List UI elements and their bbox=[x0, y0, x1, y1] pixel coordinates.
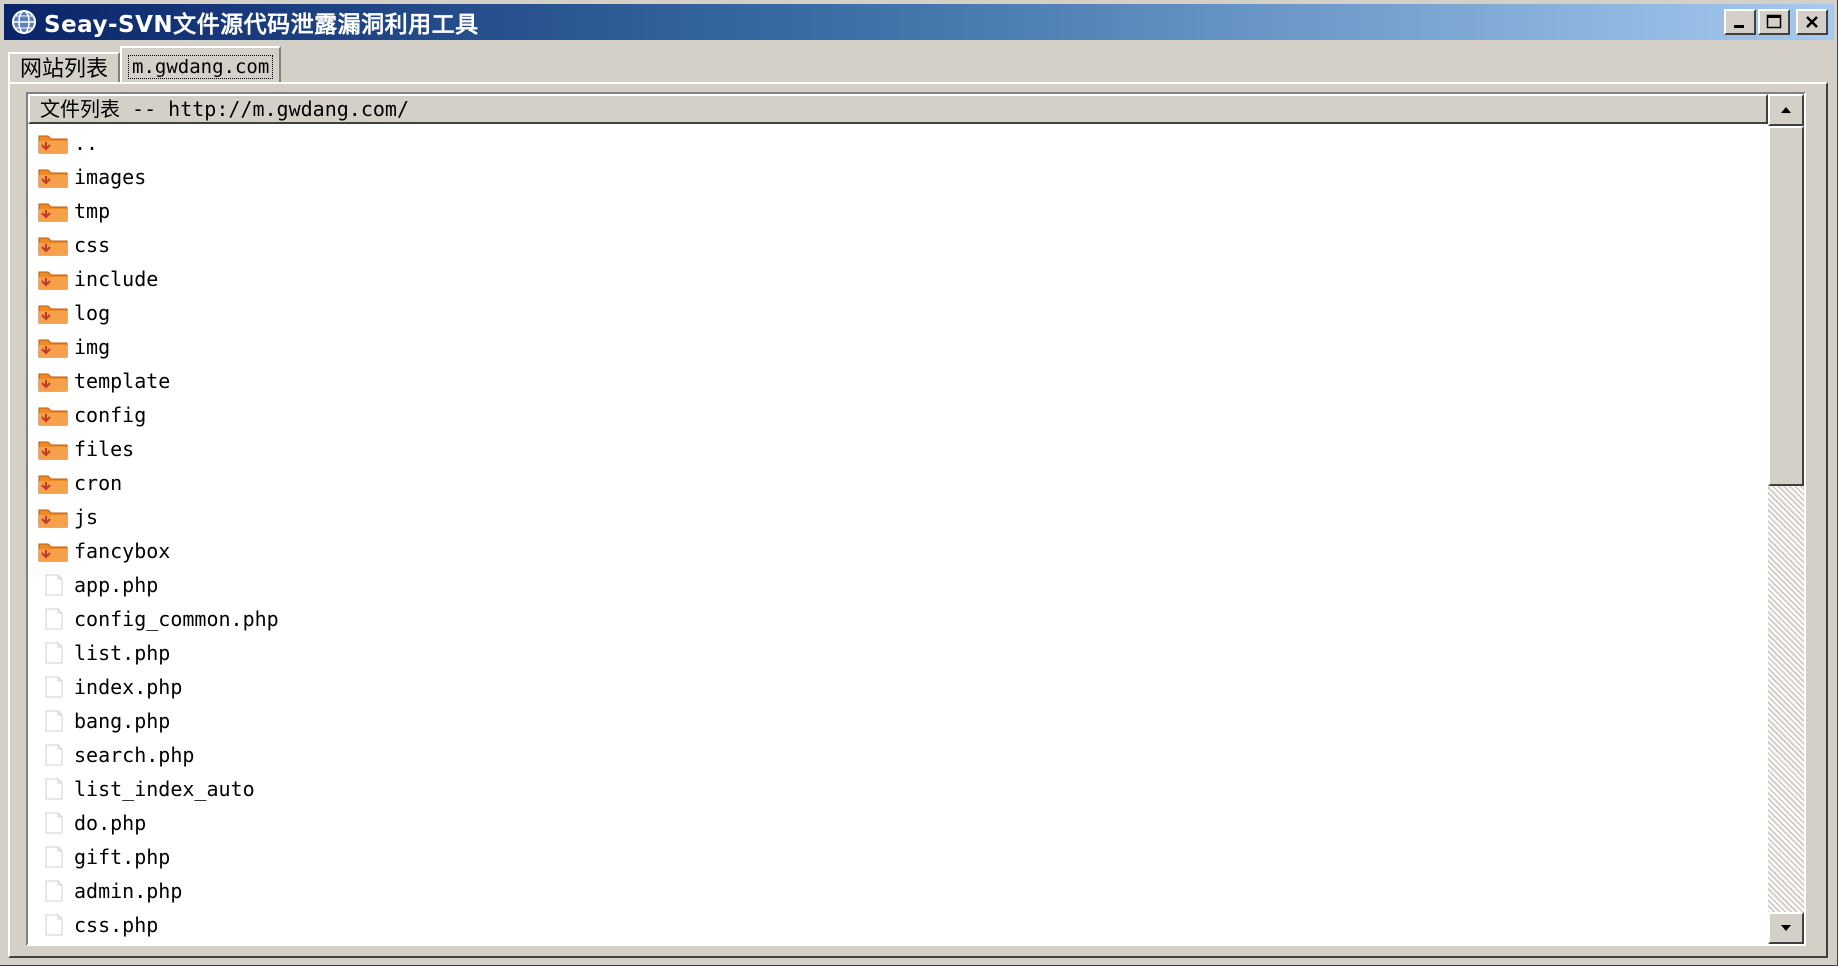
folder-icon bbox=[38, 234, 68, 256]
row-name: cron bbox=[74, 471, 123, 495]
vertical-scrollbar[interactable] bbox=[1768, 94, 1804, 944]
arrow-up-icon bbox=[1781, 107, 1791, 113]
file-row[interactable]: app.php bbox=[28, 568, 1766, 602]
close-icon bbox=[1806, 16, 1818, 28]
file-row[interactable]: gift.php bbox=[28, 840, 1766, 874]
file-row[interactable]: do.php bbox=[28, 806, 1766, 840]
folder-row[interactable]: template bbox=[28, 364, 1766, 398]
file-icon bbox=[38, 676, 68, 698]
row-name: bang.php bbox=[74, 709, 171, 733]
file-row[interactable]: list.php bbox=[28, 636, 1766, 670]
folder-row[interactable]: tmp bbox=[28, 194, 1766, 228]
file-row[interactable]: config_common.php bbox=[28, 602, 1766, 636]
row-name: index.php bbox=[74, 675, 183, 699]
folder-row[interactable]: js bbox=[28, 500, 1766, 534]
row-name: config_common.php bbox=[74, 607, 279, 631]
title-bar[interactable]: Seay-SVN文件源代码泄露漏洞利用工具 bbox=[4, 4, 1834, 40]
tab-m-gwdang[interactable]: m.gwdang.com bbox=[120, 46, 282, 86]
row-name: .. bbox=[74, 131, 99, 155]
row-name: do.php bbox=[74, 811, 147, 835]
file-icon bbox=[38, 812, 68, 834]
row-name: images bbox=[74, 165, 147, 189]
folder-row[interactable]: log bbox=[28, 296, 1766, 330]
file-row[interactable]: css.php bbox=[28, 908, 1766, 942]
folder-row[interactable]: img bbox=[28, 330, 1766, 364]
row-name: app.php bbox=[74, 573, 159, 597]
file-icon bbox=[38, 642, 68, 664]
row-name: template bbox=[74, 369, 171, 393]
row-name: tmp bbox=[74, 199, 111, 223]
folder-icon bbox=[38, 506, 68, 528]
row-name: fancybox bbox=[74, 539, 171, 563]
file-icon bbox=[38, 710, 68, 732]
tab-panel: 文件列表 -- http://m.gwdang.com/ .. images tmp… bbox=[8, 82, 1828, 958]
folder-icon bbox=[38, 404, 68, 426]
row-name: js bbox=[74, 505, 99, 529]
row-name: css.php bbox=[74, 913, 159, 937]
folder-icon bbox=[38, 132, 68, 154]
arrow-down-icon bbox=[1781, 925, 1791, 931]
folder-icon bbox=[38, 472, 68, 494]
folder-icon bbox=[38, 336, 68, 358]
file-row[interactable]: index.php bbox=[28, 670, 1766, 704]
file-icon bbox=[38, 608, 68, 630]
file-list-rows: .. images tmp css include log img template confi… bbox=[28, 126, 1766, 944]
maximize-button[interactable] bbox=[1758, 9, 1790, 35]
folder-row[interactable]: .. bbox=[28, 126, 1766, 160]
file-row[interactable]: admin.php bbox=[28, 874, 1766, 908]
folder-icon bbox=[38, 370, 68, 392]
file-row[interactable]: bang.php bbox=[28, 704, 1766, 738]
scroll-up-button[interactable] bbox=[1768, 94, 1804, 126]
minimize-button[interactable] bbox=[1724, 9, 1756, 35]
scrollbar-thumb[interactable] bbox=[1768, 126, 1804, 486]
folder-icon bbox=[38, 200, 68, 222]
window-title: Seay-SVN文件源代码泄露漏洞利用工具 bbox=[44, 12, 479, 38]
folder-icon bbox=[38, 302, 68, 324]
row-name: img bbox=[74, 335, 111, 359]
app-globe-icon bbox=[10, 8, 38, 36]
scroll-down-button[interactable] bbox=[1768, 912, 1804, 944]
folder-row[interactable]: config bbox=[28, 398, 1766, 432]
file-icon bbox=[38, 880, 68, 902]
folder-icon bbox=[38, 166, 68, 188]
window-controls bbox=[1724, 9, 1828, 35]
row-name: search.php bbox=[74, 743, 195, 767]
row-name: list_index_auto bbox=[74, 777, 255, 801]
folder-row[interactable]: fancybox bbox=[28, 534, 1766, 568]
row-name: files bbox=[74, 437, 135, 461]
row-name: list.php bbox=[74, 641, 171, 665]
row-name: css bbox=[74, 233, 111, 257]
row-name: admin.php bbox=[74, 879, 183, 903]
folder-row[interactable]: cron bbox=[28, 466, 1766, 500]
file-list-header[interactable]: 文件列表 -- http://m.gwdang.com/ bbox=[28, 94, 1768, 124]
file-icon bbox=[38, 914, 68, 936]
tab-label: 网站列表 bbox=[20, 57, 109, 82]
tab-label: m.gwdang.com bbox=[128, 55, 274, 79]
file-row[interactable]: search.php bbox=[28, 738, 1766, 772]
folder-icon bbox=[38, 268, 68, 290]
row-name: log bbox=[74, 301, 111, 325]
close-button[interactable] bbox=[1796, 9, 1828, 35]
row-name: include bbox=[74, 267, 159, 291]
row-name: gift.php bbox=[74, 845, 171, 869]
tab-site-list[interactable]: 网站列表 bbox=[8, 52, 121, 84]
file-row[interactable]: list_index_auto bbox=[28, 772, 1766, 806]
maximize-icon bbox=[1766, 14, 1782, 29]
folder-row[interactable]: css bbox=[28, 228, 1766, 262]
folder-icon bbox=[38, 438, 68, 460]
file-icon bbox=[38, 846, 68, 868]
folder-row[interactable]: include bbox=[28, 262, 1766, 296]
file-icon bbox=[38, 744, 68, 766]
folder-row[interactable]: images bbox=[28, 160, 1766, 194]
file-icon bbox=[38, 778, 68, 800]
tab-strip: 网站列表 m.gwdang.com bbox=[8, 44, 282, 86]
file-icon bbox=[38, 574, 68, 596]
row-name: config bbox=[74, 403, 147, 427]
folder-icon bbox=[38, 540, 68, 562]
folder-row[interactable]: files bbox=[28, 432, 1766, 466]
minimize-icon bbox=[1734, 25, 1744, 28]
file-list-view: 文件列表 -- http://m.gwdang.com/ .. images tmp… bbox=[26, 92, 1806, 946]
app-window: Seay-SVN文件源代码泄露漏洞利用工具 网站列表 m.gwdang.com … bbox=[0, 0, 1838, 966]
